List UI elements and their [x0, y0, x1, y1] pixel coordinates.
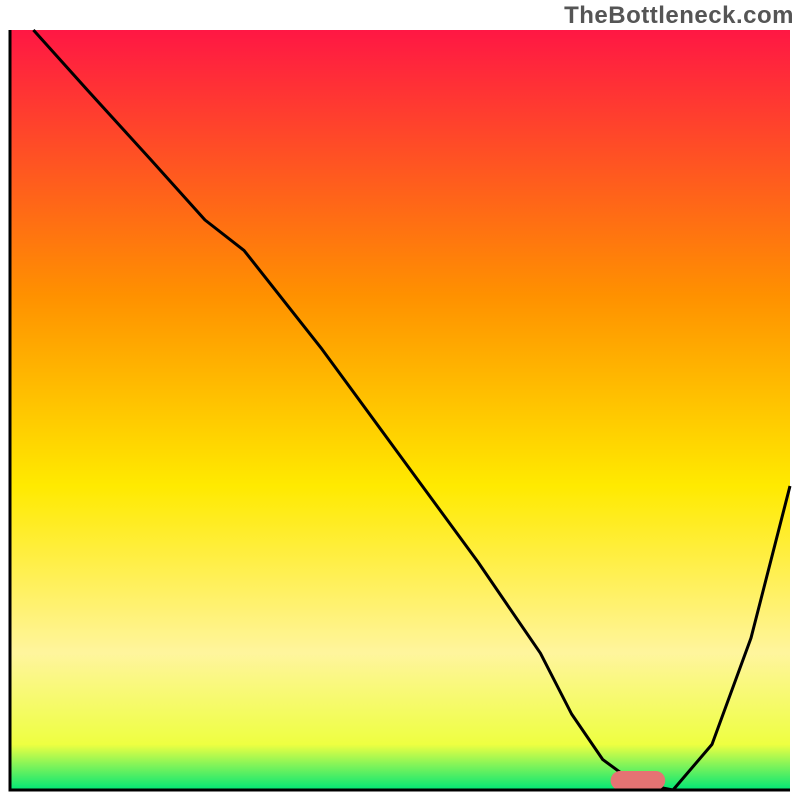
optimal-range-marker: [611, 771, 666, 790]
chart-background: [10, 30, 790, 790]
watermark-text: TheBottleneck.com: [564, 2, 794, 30]
bottleneck-chart: [0, 0, 800, 800]
chart-container: TheBottleneck.com: [0, 0, 800, 800]
